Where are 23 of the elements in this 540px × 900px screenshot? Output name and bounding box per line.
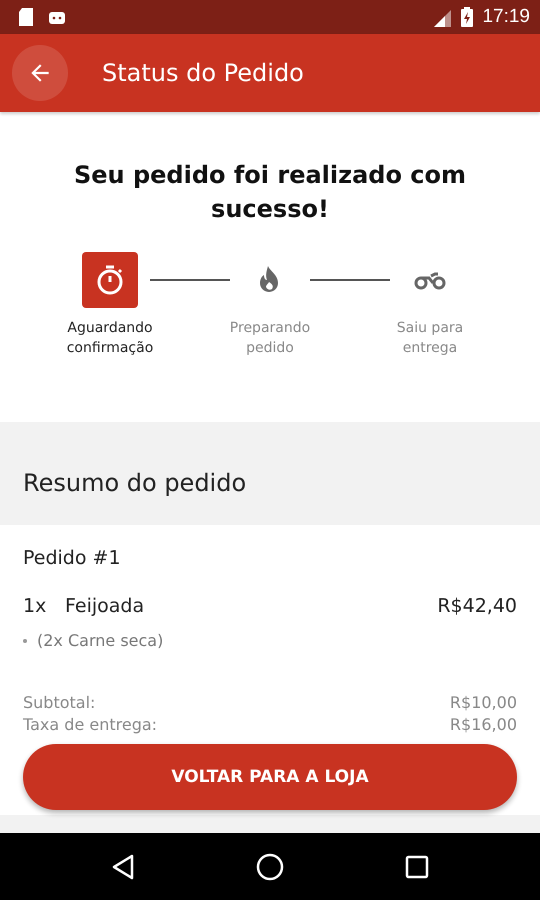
order-number: Pedido #1: [23, 547, 122, 569]
item-extra: (2x Carne seca): [37, 631, 164, 650]
step-label: Aguardando confirmação: [66, 319, 154, 358]
item-quantity: 1x: [23, 595, 48, 617]
recents-icon[interactable]: [405, 854, 430, 878]
sd-card-icon: [18, 7, 34, 27]
battery-icon: [460, 6, 474, 28]
total-label: Subtotal:: [23, 692, 96, 714]
total-value: R$16,00: [450, 714, 517, 736]
clock-time: 17:19: [482, 6, 530, 28]
back-icon[interactable]: [110, 854, 135, 880]
step-label: Saiu para entrega: [396, 319, 464, 358]
bullet-icon: [23, 638, 27, 642]
screen-title: Status do Pedido: [102, 59, 304, 87]
back-to-store-button[interactable]: VOLTAR PARA A LOJA: [23, 744, 517, 810]
total-value: R$10,00: [450, 692, 517, 714]
success-heading: Seu pedido foi realizado com sucesso!: [72, 160, 468, 225]
item-name: Feijoada: [65, 595, 146, 617]
item-price: R$42,40: [437, 595, 517, 617]
home-icon[interactable]: [256, 852, 284, 880]
section-title: Resumo do pedido: [23, 469, 246, 497]
total-label: Taxa de entrega:: [23, 714, 158, 736]
step-label: Preparando pedido: [228, 319, 312, 358]
